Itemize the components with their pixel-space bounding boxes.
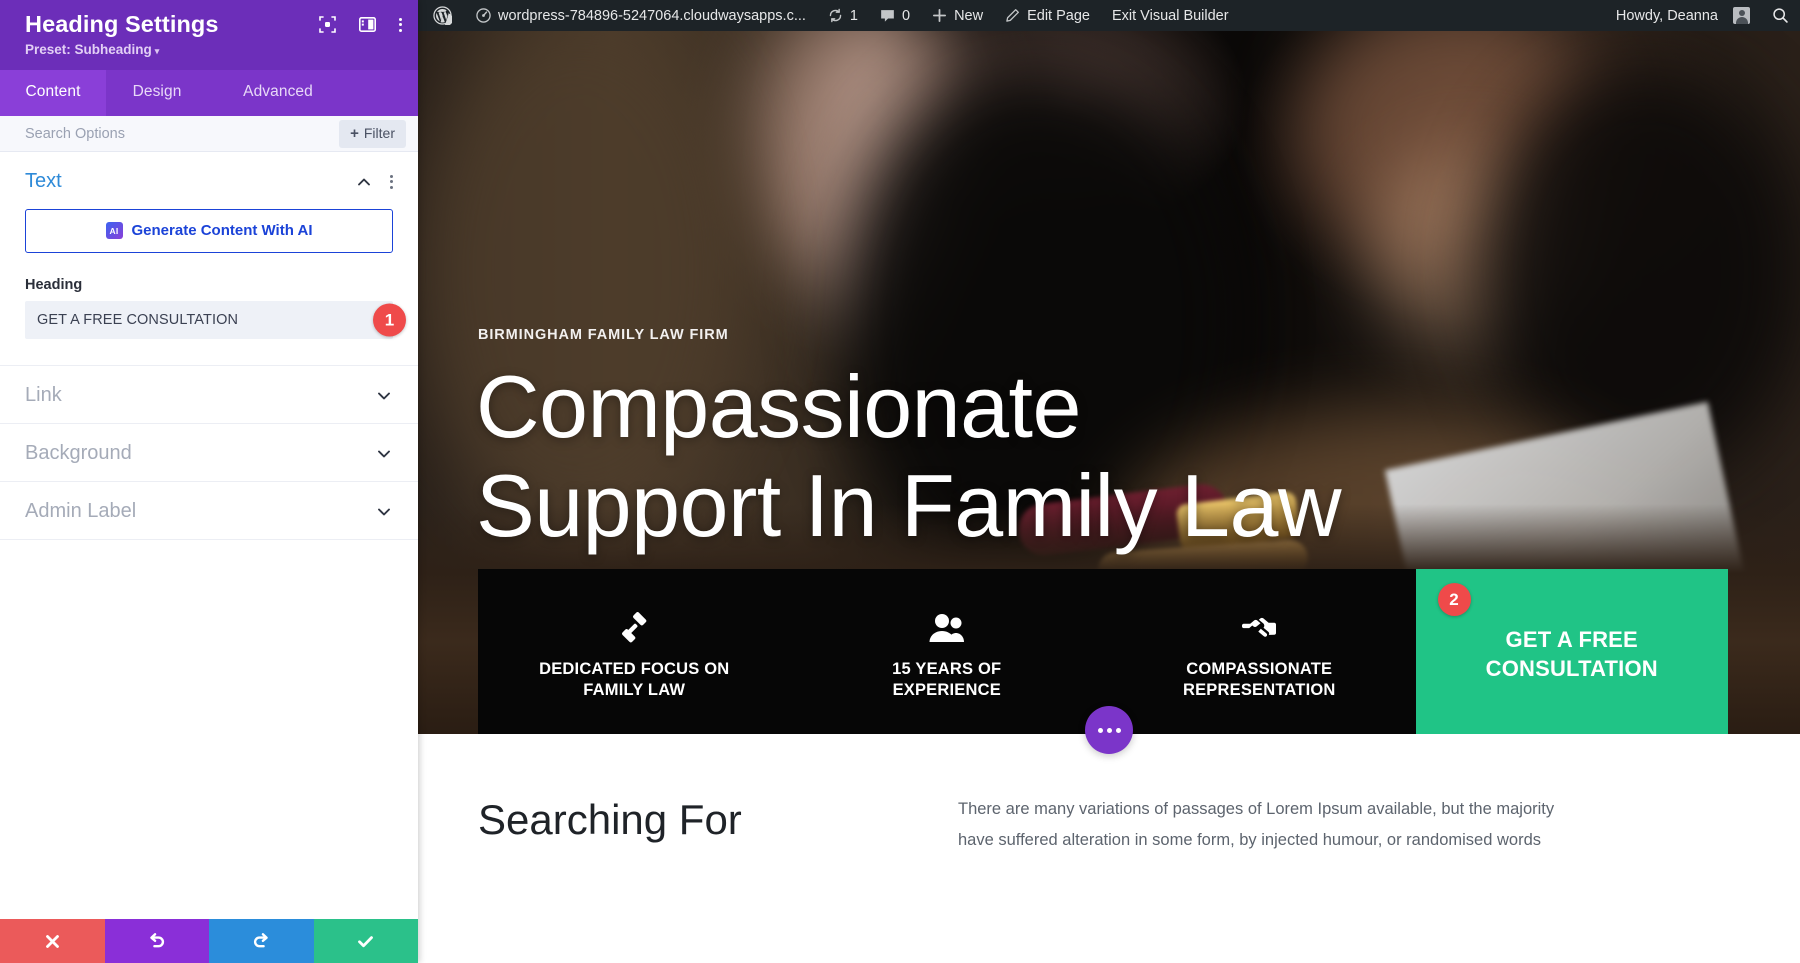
site-name-menu[interactable]: wordpress-784896-5247064.cloudwaysapps.c… <box>465 0 817 31</box>
cancel-button[interactable] <box>0 919 105 963</box>
edit-page-label: Edit Page <box>1027 7 1090 24</box>
search-icon <box>1772 7 1789 24</box>
settings-header-icons <box>319 16 402 33</box>
handshake-icon <box>1240 609 1278 647</box>
redo-button[interactable] <box>209 919 314 963</box>
section-text: Text AI Generate Content With AI Heading <box>0 152 418 367</box>
comments-count: 0 <box>902 7 911 24</box>
tab-advanced[interactable]: Advanced <box>208 70 348 116</box>
feature-item-compassionate-representation[interactable]: COMPASSIONATE REPRESENTATION <box>1103 569 1416 734</box>
below-hero-paragraph[interactable]: There are many variations of passages of… <box>958 794 1554 855</box>
save-button[interactable] <box>313 919 418 963</box>
heading-input[interactable] <box>25 301 393 340</box>
section-background: Background <box>0 424 418 483</box>
step-badge-2: 2 <box>1437 583 1471 616</box>
updates-icon <box>828 8 843 23</box>
exit-visual-builder-link[interactable]: Exit Visual Builder <box>1101 0 1240 31</box>
heading-settings-panel: Heading Settings Preset: Subheading ▾ Co… <box>0 0 418 963</box>
feature-item-label: 15 YEARS OF EXPERIENCE <box>892 659 1002 699</box>
wp-admin-bar: wordpress-784896-5247064.cloudwaysapps.c… <box>418 0 1800 31</box>
wp-logo-menu[interactable] <box>418 0 465 31</box>
hero-section: BIRMINGHAM FAMILY LAW FIRM Compassionate… <box>418 31 1800 734</box>
plus-icon <box>932 8 947 23</box>
responsive-preview-icon[interactable] <box>319 16 336 33</box>
filter-button[interactable]: + Filter <box>339 119 406 148</box>
settings-tabs: Content Design Advanced <box>0 70 418 117</box>
section-admin-label: Admin Label <box>0 482 418 541</box>
generate-content-with-ai-button[interactable]: AI Generate Content With AI <box>25 209 393 254</box>
avatar <box>1733 7 1750 24</box>
section-link-title: Link <box>25 384 62 407</box>
feature-item-label: COMPASSIONATE REPRESENTATION <box>1182 659 1336 699</box>
filter-button-label: Filter <box>363 125 395 142</box>
pencil-icon <box>1005 8 1020 23</box>
ai-icon: AI <box>105 222 123 240</box>
page-settings-fab[interactable] <box>1085 706 1133 754</box>
generate-ai-label: Generate Content With AI <box>131 222 313 240</box>
section-link: Link <box>0 366 418 425</box>
howdy-label: Howdy, Deanna <box>1615 7 1718 24</box>
edit-page-link[interactable]: Edit Page <box>994 0 1101 31</box>
chevron-up-icon[interactable] <box>355 173 373 191</box>
section-text-controls <box>355 173 393 191</box>
comment-bubble-icon <box>880 9 895 23</box>
settings-preset-label: Preset: Subheading <box>25 42 152 58</box>
more-options-icon[interactable] <box>399 17 402 32</box>
plus-icon: + <box>350 124 359 142</box>
my-account-menu[interactable]: Howdy, Deanna <box>1605 0 1761 31</box>
settings-panel-body: Text AI Generate Content With AI Heading <box>0 152 418 919</box>
chevron-down-icon[interactable] <box>375 387 393 405</box>
section-text-content: AI Generate Content With AI Heading 1 <box>0 209 418 365</box>
section-admin-label-header[interactable]: Admin Label <box>0 482 418 539</box>
section-more-options-icon[interactable] <box>390 174 393 189</box>
below-hero-grid: Searching For There are many variations … <box>418 794 1800 855</box>
feature-item-label: DEDICATED FOCUS ON FAMILY LAW <box>539 659 730 699</box>
section-link-header[interactable]: Link <box>0 366 418 423</box>
dashboard-icon <box>476 8 491 23</box>
hero-headline[interactable]: Compassionate Support In Family Law <box>476 357 1342 556</box>
step-badge-1: 1 <box>373 303 406 337</box>
people-icon <box>928 609 966 647</box>
site-name-label: wordpress-784896-5247064.cloudwaysapps.c… <box>498 7 806 24</box>
settings-panel-footer <box>0 919 418 963</box>
chevron-down-icon[interactable] <box>375 503 393 521</box>
chevron-down-icon: ▾ <box>154 46 160 57</box>
heading-field-label: Heading <box>25 277 83 294</box>
settings-search-row: + Filter <box>0 116 418 153</box>
wordpress-icon <box>433 6 452 25</box>
search-options-input[interactable] <box>25 125 265 142</box>
new-content-menu[interactable]: New <box>921 0 994 31</box>
feature-item-dedicated-focus[interactable]: DEDICATED FOCUS ON FAMILY LAW <box>478 569 791 734</box>
visual-builder-page: wordpress-784896-5247064.cloudwaysapps.c… <box>418 0 1800 963</box>
updates-menu[interactable]: 1 <box>817 0 869 31</box>
settings-preset-selector[interactable]: Preset: Subheading ▾ <box>25 42 398 57</box>
feature-item-cta-get-free-consultation[interactable]: 2 GET A FREE CONSULTATION <box>1415 569 1728 734</box>
gavel-icon <box>616 609 652 647</box>
below-hero-section: Searching For There are many variations … <box>418 706 1800 963</box>
cta-label: GET A FREE CONSULTATION <box>1485 627 1658 681</box>
chevron-down-icon[interactable] <box>375 445 393 463</box>
exit-visual-builder-label: Exit Visual Builder <box>1111 7 1229 24</box>
comments-menu[interactable]: 0 <box>869 0 921 31</box>
section-background-title: Background <box>25 442 132 465</box>
updates-count: 1 <box>849 7 858 24</box>
below-hero-heading[interactable]: Searching For <box>478 794 908 855</box>
feature-item-years-experience[interactable]: 15 YEARS OF EXPERIENCE <box>790 569 1103 734</box>
section-background-header[interactable]: Background <box>0 424 418 481</box>
screen-root: Heading Settings Preset: Subheading ▾ Co… <box>0 0 1800 963</box>
undo-button[interactable] <box>104 919 209 963</box>
section-text-header[interactable]: Text <box>0 152 418 209</box>
new-content-label: New <box>954 7 984 24</box>
adminbar-right: Howdy, Deanna <box>1605 0 1800 31</box>
settings-panel-header: Heading Settings Preset: Subheading ▾ <box>0 0 418 71</box>
section-text-title: Text <box>25 170 62 193</box>
hero-eyebrow: BIRMINGHAM FAMILY LAW FIRM <box>478 327 729 343</box>
layout-toggle-icon[interactable] <box>359 17 376 32</box>
tab-content[interactable]: Content <box>0 70 106 117</box>
heading-field-wrap: 1 <box>25 301 406 340</box>
section-admin-label-title: Admin Label <box>25 500 137 523</box>
tab-design[interactable]: Design <box>106 70 208 116</box>
search-toggle[interactable] <box>1761 0 1800 31</box>
